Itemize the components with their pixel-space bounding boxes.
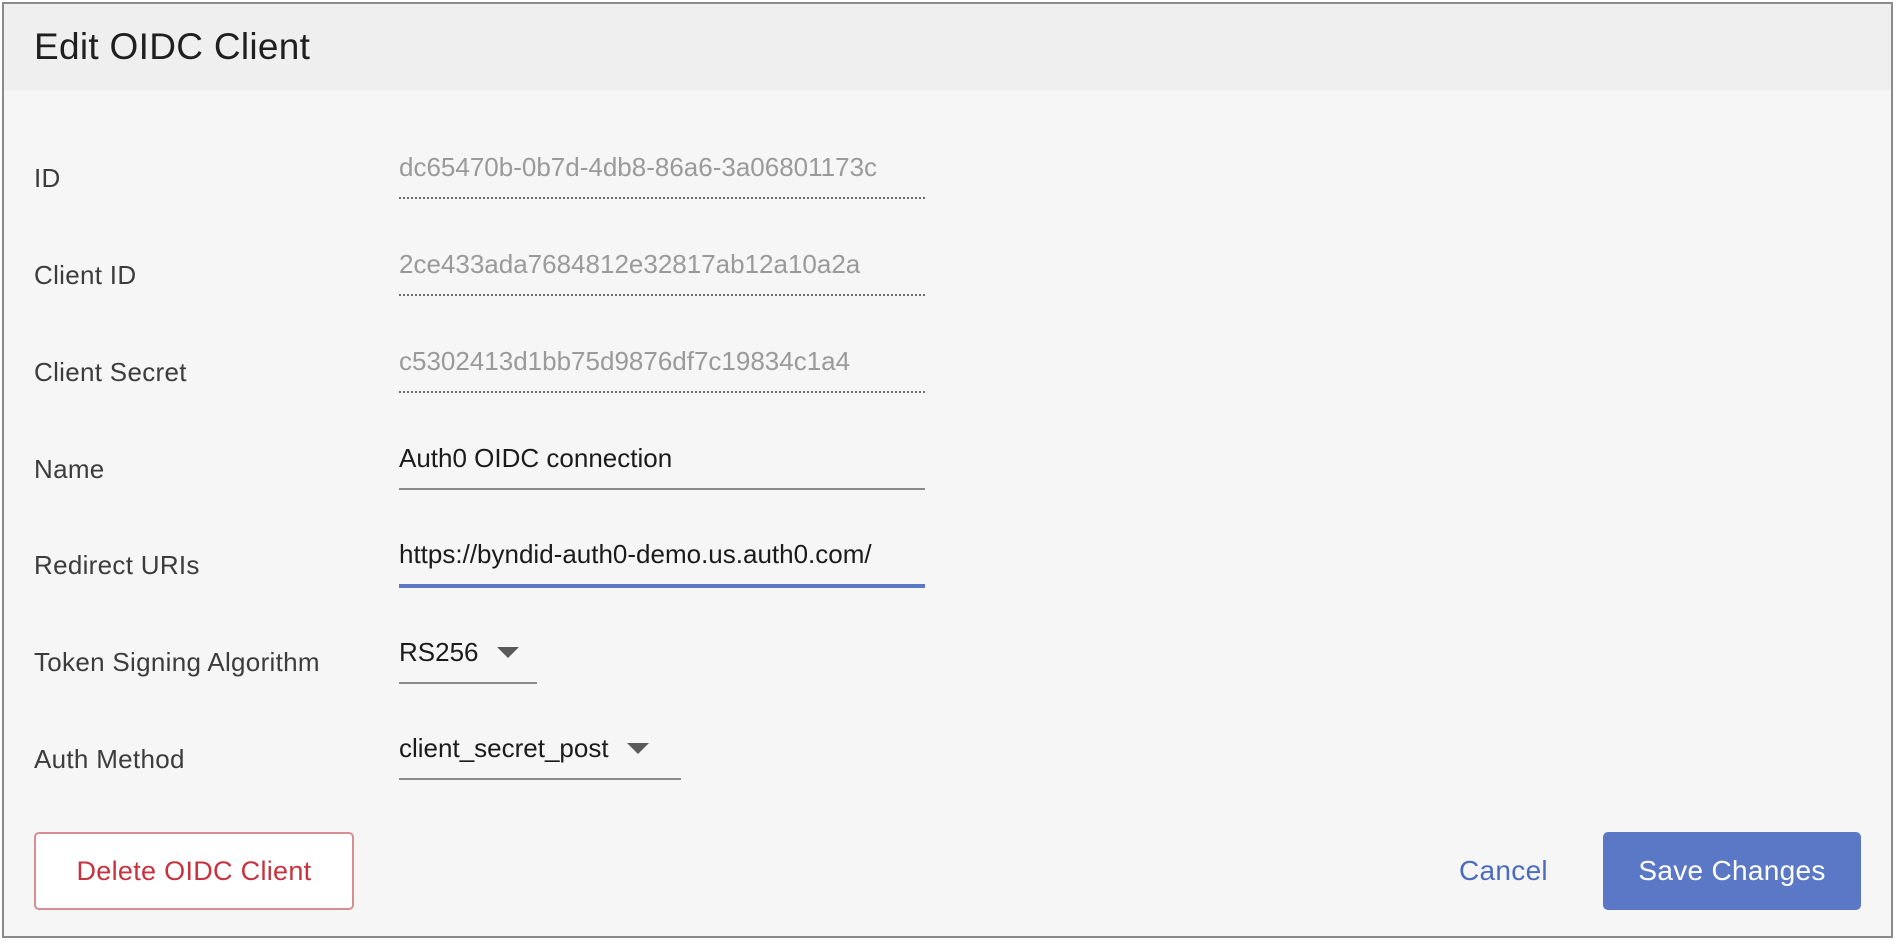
id-value: dc65470b-0b7d-4db8-86a6-3a06801173c: [399, 152, 878, 182]
name-input[interactable]: Auth0 OIDC connection: [399, 438, 925, 490]
edit-oidc-client-dialog: Edit OIDC Client ID dc65470b-0b7d-4db8-8…: [2, 2, 1893, 938]
dialog-title: Edit OIDC Client: [34, 26, 311, 67]
auth-method-value: client_secret_post: [399, 733, 609, 763]
redirect-uris-input[interactable]: https://byndid-auth0-demo.us.auth0.com/: [399, 534, 925, 588]
chevron-down-icon: [626, 743, 649, 754]
redirect-uris-value: https://byndid-auth0-demo.us.auth0.com/: [399, 539, 872, 569]
token-signing-algorithm-label: Token Signing Algorithm: [34, 647, 320, 677]
delete-oidc-client-button[interactable]: Delete OIDC Client: [34, 832, 354, 910]
client-id-value: 2ce433ada7684812e32817ab12a10a2a: [399, 249, 861, 279]
client-id-field[interactable]: 2ce433ada7684812e32817ab12a10a2a: [399, 244, 925, 296]
client-secret-value: c5302413d1bb75d9876df7c19834c1a4: [399, 346, 851, 376]
id-row: ID dc65470b-0b7d-4db8-86a6-3a06801173c: [34, 135, 934, 199]
dialog-header: Edit OIDC Client: [4, 4, 1891, 90]
name-label: Name: [34, 454, 105, 484]
auth-method-label: Auth Method: [34, 744, 185, 774]
client-id-label: Client ID: [34, 260, 137, 290]
auth-method-select[interactable]: client_secret_post: [399, 728, 681, 780]
save-changes-button[interactable]: Save Changes: [1603, 832, 1861, 910]
client-id-row: Client ID 2ce433ada7684812e32817ab12a10a…: [34, 232, 934, 296]
redirect-uris-row: Redirect URIs https://byndid-auth0-demo.…: [34, 522, 934, 588]
chevron-down-icon: [496, 647, 519, 658]
redirect-uris-label: Redirect URIs: [34, 550, 200, 580]
cancel-button[interactable]: Cancel: [1459, 832, 1548, 910]
name-row: Name Auth0 OIDC connection: [34, 425, 934, 490]
name-value: Auth0 OIDC connection: [399, 443, 673, 473]
client-secret-row: Client Secret c5302413d1bb75d9876df7c198…: [34, 328, 934, 393]
token-signing-algorithm-value: RS256: [399, 637, 479, 667]
client-secret-field[interactable]: c5302413d1bb75d9876df7c19834c1a4: [399, 341, 925, 393]
client-secret-label: Client Secret: [34, 357, 187, 387]
token-signing-algorithm-select[interactable]: RS256: [399, 632, 537, 684]
id-field[interactable]: dc65470b-0b7d-4db8-86a6-3a06801173c: [399, 147, 925, 199]
token-signing-algorithm-row: Token Signing Algorithm RS256: [34, 618, 934, 684]
id-label: ID: [34, 163, 61, 193]
auth-method-row: Auth Method client_secret_post: [34, 715, 934, 780]
